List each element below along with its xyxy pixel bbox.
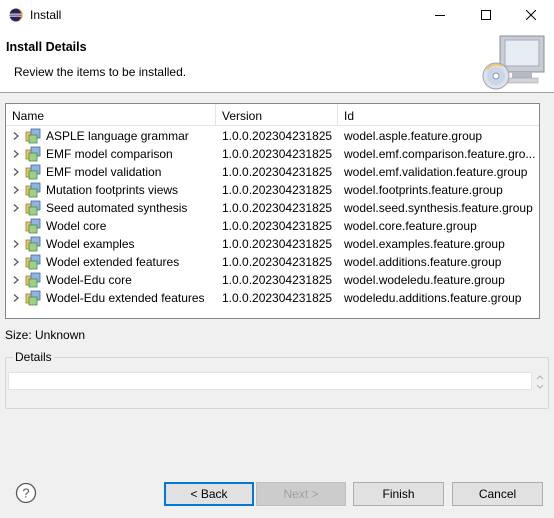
- column-divider[interactable]: [337, 104, 338, 126]
- back-button[interactable]: < Back: [164, 482, 254, 506]
- wizard-header: Install Details Review the items to be i…: [0, 30, 554, 92]
- feature-package-icon: [25, 218, 41, 234]
- feature-id: wodel.emf.validation.feature.group: [344, 165, 528, 179]
- table-row[interactable]: EMF model validation 1.0.0.202304231825 wo…: [6, 163, 539, 181]
- feature-package-icon: [25, 236, 41, 252]
- feature-id: wodel.footprints.feature.group: [344, 183, 503, 197]
- feature-package-icon: [25, 254, 41, 270]
- feature-id: wodel.emf.comparison.feature.gro...: [344, 147, 536, 161]
- feature-version: 1.0.0.202304231825: [222, 183, 333, 197]
- feature-version: 1.0.0.202304231825: [222, 237, 333, 251]
- maximize-icon: [481, 10, 491, 20]
- chevron-right-icon[interactable]: [12, 167, 20, 177]
- details-text-area[interactable]: [8, 372, 532, 390]
- feature-name: EMF model comparison: [46, 147, 173, 161]
- feature-package-icon: [25, 290, 41, 306]
- title-bar: Install: [0, 0, 554, 30]
- table-row[interactable]: Seed automated synthesis 1.0.0.2023042318…: [6, 199, 539, 217]
- column-header-name[interactable]: Name: [12, 109, 44, 123]
- feature-name: ASPLE language grammar: [46, 129, 189, 143]
- feature-package-icon: [25, 164, 41, 180]
- feature-name: Seed automated synthesis: [46, 201, 188, 215]
- feature-package-icon: [25, 146, 41, 162]
- page-title: Install Details: [6, 40, 87, 54]
- feature-package-icon: [25, 200, 41, 216]
- column-header-id[interactable]: Id: [344, 109, 354, 123]
- maximize-button[interactable]: [463, 0, 509, 30]
- help-icon[interactable]: ?: [15, 482, 37, 504]
- close-icon: [526, 10, 536, 20]
- feature-package-icon: [25, 272, 41, 288]
- window-title: Install: [30, 8, 62, 22]
- feature-version: 1.0.0.202304231825: [222, 291, 333, 305]
- next-button[interactable]: Next >: [256, 482, 346, 506]
- cancel-button[interactable]: Cancel: [452, 482, 543, 506]
- feature-version: 1.0.0.202304231825: [222, 255, 333, 269]
- column-divider[interactable]: [215, 104, 216, 126]
- chevron-right-icon[interactable]: [12, 149, 20, 159]
- chevron-right-icon[interactable]: [12, 293, 20, 303]
- details-group: [5, 357, 549, 409]
- feature-name: Wodel examples: [46, 237, 135, 251]
- feature-id: wodel.asple.feature.group: [344, 129, 483, 143]
- table-row[interactable]: Wodel-Edu core 1.0.0.202304231825 wodel.wo…: [6, 271, 539, 289]
- feature-version: 1.0.0.202304231825: [222, 219, 333, 233]
- close-button[interactable]: [508, 0, 554, 30]
- finish-button[interactable]: Finish: [353, 482, 444, 506]
- minimize-icon: [435, 15, 445, 16]
- header-separator: [0, 92, 554, 93]
- minimize-button[interactable]: [417, 0, 463, 30]
- install-banner-icon: [482, 35, 545, 90]
- feature-name: Wodel extended features: [46, 255, 180, 269]
- table-row[interactable]: Wodel core 1.0.0.202304231825 wodel.core.f…: [6, 217, 539, 235]
- feature-version: 1.0.0.202304231825: [222, 165, 333, 179]
- chevron-right-icon[interactable]: [12, 275, 20, 285]
- feature-id: wodeledu.additions.feature.group: [344, 291, 522, 305]
- column-header-version[interactable]: Version: [222, 109, 262, 123]
- install-items-table[interactable]: Name Version Id ASPLE language grammar 1.…: [5, 103, 540, 319]
- chevron-right-icon[interactable]: [12, 257, 20, 267]
- page-description: Review the items to be installed.: [14, 65, 187, 79]
- table-row[interactable]: EMF model comparison 1.0.0.202304231825 wo…: [6, 145, 539, 163]
- feature-id: wodel.examples.feature.group: [344, 237, 505, 251]
- feature-id: wodel.additions.feature.group: [344, 255, 502, 269]
- feature-version: 1.0.0.202304231825: [222, 129, 333, 143]
- chevron-right-icon[interactable]: [12, 131, 20, 141]
- feature-version: 1.0.0.202304231825: [222, 201, 333, 215]
- chevron-right-icon[interactable]: [12, 239, 20, 249]
- details-legend: Details: [13, 350, 54, 364]
- feature-version: 1.0.0.202304231825: [222, 147, 333, 161]
- table-row[interactable]: Wodel extended features 1.0.0.20230423182…: [6, 253, 539, 271]
- feature-name: EMF model validation: [46, 165, 162, 179]
- table-row[interactable]: Mutation footprints views 1.0.0.202304231…: [6, 181, 539, 199]
- chevron-right-icon[interactable]: [12, 185, 20, 195]
- table-row[interactable]: Wodel-Edu extended features 1.0.0.2023042…: [6, 289, 539, 307]
- table-header: Name Version Id: [6, 104, 539, 126]
- feature-name: Wodel-Edu core: [46, 273, 132, 287]
- feature-version: 1.0.0.202304231825: [222, 273, 333, 287]
- feature-name: Wodel core: [46, 219, 107, 233]
- feature-package-icon: [25, 128, 41, 144]
- chevron-right-icon[interactable]: [12, 203, 20, 213]
- feature-id: wodel.seed.synthesis.feature.group: [344, 201, 533, 215]
- svg-text:?: ?: [22, 486, 29, 501]
- table-row[interactable]: ASPLE language grammar 1.0.0.202304231825…: [6, 127, 539, 145]
- feature-package-icon: [25, 182, 41, 198]
- size-label: Size: Unknown: [5, 328, 86, 342]
- scroll-arrows-icon[interactable]: [534, 372, 546, 392]
- feature-name: Mutation footprints views: [46, 183, 179, 197]
- eclipse-icon: [9, 8, 23, 22]
- feature-id: wodel.wodeledu.feature.group: [344, 273, 505, 287]
- feature-id: wodel.core.feature.group: [344, 219, 477, 233]
- table-row[interactable]: Wodel examples 1.0.0.202304231825 wodel.ex…: [6, 235, 539, 253]
- feature-name: Wodel-Edu extended features: [46, 291, 205, 305]
